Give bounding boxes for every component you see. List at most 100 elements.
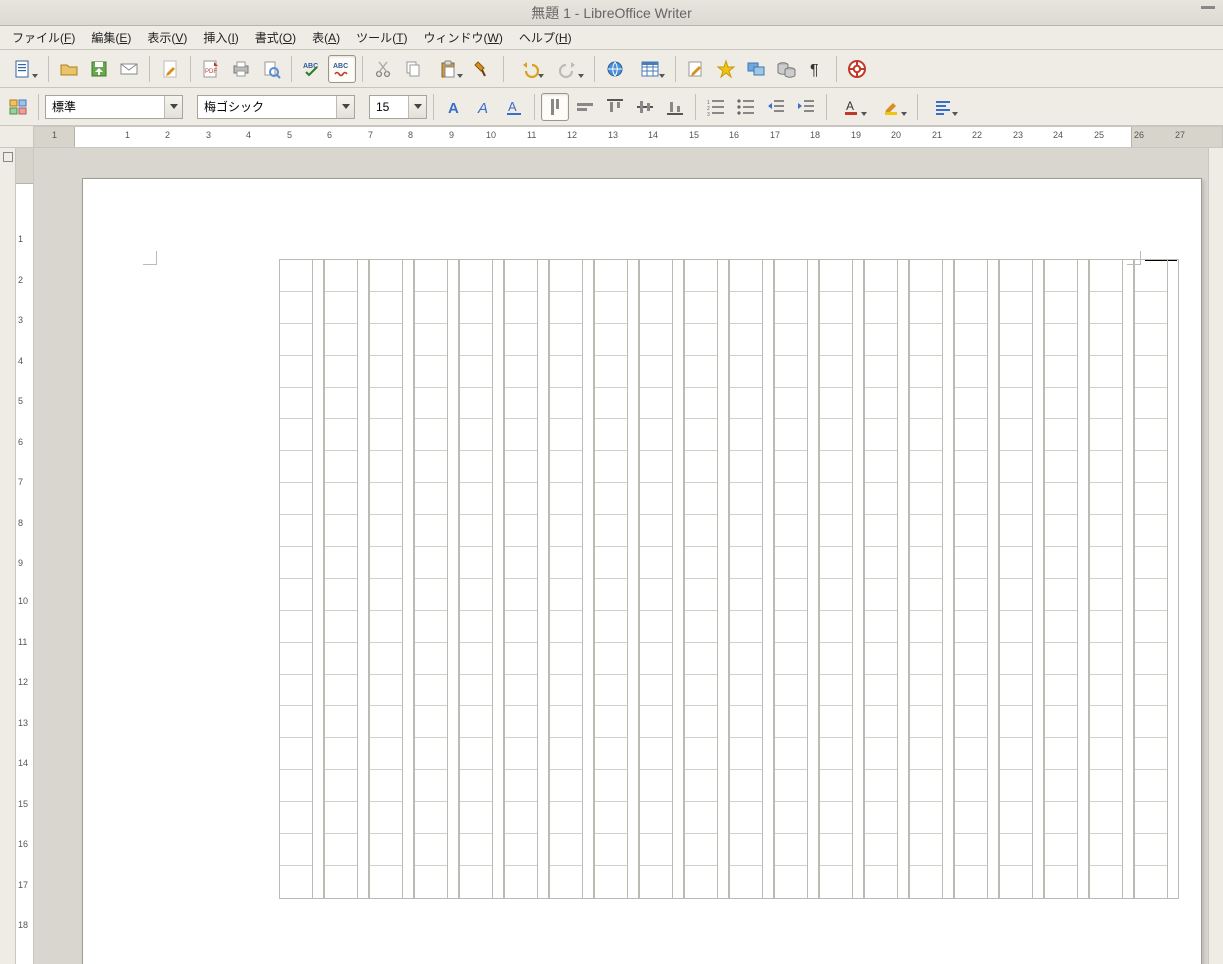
genkou-cell (505, 419, 537, 451)
undo-button[interactable] (510, 55, 548, 83)
edit-file-button[interactable] (156, 55, 184, 83)
gallery-button[interactable] (742, 55, 770, 83)
genkou-cell (325, 643, 357, 675)
genkou-cell (730, 866, 762, 898)
menu-view[interactable]: 表示(V) (139, 26, 195, 49)
genkou-cell (685, 866, 717, 898)
font-name-combo[interactable]: 梅ゴシック (197, 95, 355, 119)
dropdown-arrow-icon[interactable] (164, 96, 182, 118)
highlight-color-button[interactable] (873, 93, 911, 121)
show-draw-functions-button[interactable] (682, 55, 710, 83)
export-pdf-button[interactable]: PDF (197, 55, 225, 83)
ruler-tick: 9 (18, 558, 23, 568)
genkou-cell (1000, 738, 1032, 770)
window-minimize-indicator[interactable] (1201, 6, 1215, 9)
menu-table[interactable]: 表(A) (304, 26, 348, 49)
bullet-list-button[interactable] (732, 93, 760, 121)
genkou-cell (280, 483, 312, 515)
decrease-indent-button[interactable] (762, 93, 790, 121)
font-color-button[interactable]: A (833, 93, 871, 121)
text-top-to-bottom-button[interactable] (541, 93, 569, 121)
menu-window[interactable]: ウィンドウ(W) (416, 26, 511, 49)
menu-file[interactable]: ファイル(F) (4, 26, 83, 49)
genkou-cell (505, 388, 537, 420)
bold-button[interactable]: A (440, 93, 468, 121)
genkou-char-column (459, 259, 492, 899)
genkou-cell (865, 388, 897, 420)
email-button[interactable] (115, 55, 143, 83)
print-button[interactable] (227, 55, 255, 83)
genkou-cell (1045, 834, 1077, 866)
genkou-cell (865, 419, 897, 451)
menu-insert[interactable]: 挿入(I) (195, 26, 246, 49)
genkou-cell (460, 356, 492, 388)
data-sources-button[interactable] (772, 55, 800, 83)
new-document-button[interactable] (4, 55, 42, 83)
genkou-column-pair (549, 259, 594, 899)
page[interactable] (82, 178, 1202, 964)
text-horizontal-button[interactable] (571, 93, 599, 121)
document-canvas[interactable] (34, 148, 1223, 964)
genkou-cell (730, 483, 762, 515)
genkou-cell (325, 770, 357, 802)
genkou-column-pair (684, 259, 729, 899)
align-vcenter-button[interactable] (631, 93, 659, 121)
genkou-cell (910, 675, 942, 707)
paragraph-style-combo[interactable]: 標準 (45, 95, 183, 119)
genkou-cell (460, 483, 492, 515)
genkou-cell (775, 483, 807, 515)
menu-tools[interactable]: ツール(T) (348, 26, 415, 49)
genkou-cell (370, 324, 402, 356)
ruler-tick: 1 (52, 130, 57, 140)
help-button[interactable] (843, 55, 871, 83)
open-button[interactable] (55, 55, 83, 83)
genkou-cell (775, 834, 807, 866)
print-preview-button[interactable] (257, 55, 285, 83)
genkou-cell (955, 292, 987, 324)
increase-indent-button[interactable] (792, 93, 820, 121)
styles-window-button[interactable] (4, 93, 32, 121)
genkou-cell (865, 515, 897, 547)
align-top-button[interactable] (601, 93, 629, 121)
toolbar-separator (675, 56, 676, 82)
save-button[interactable] (85, 55, 113, 83)
paste-button[interactable] (429, 55, 467, 83)
menu-help[interactable]: ヘルプ(H) (511, 26, 580, 49)
italic-button[interactable]: A (470, 93, 498, 121)
insert-table-button[interactable] (631, 55, 669, 83)
font-size-combo[interactable]: 15 (369, 95, 427, 119)
menu-format[interactable]: 書式(O) (247, 26, 304, 49)
copy-button[interactable] (399, 55, 427, 83)
genkou-cell (1090, 451, 1122, 483)
genkou-column-pair (414, 259, 459, 899)
numbered-list-button[interactable]: 123 (702, 93, 730, 121)
genkou-grid (193, 259, 1179, 899)
navigator-button[interactable] (712, 55, 740, 83)
auto-spellcheck-button[interactable]: ABC (328, 55, 356, 83)
genkou-cell (415, 419, 447, 451)
genkou-cell (1135, 802, 1167, 834)
dropdown-arrow-icon[interactable] (336, 96, 354, 118)
dropdown-arrow-icon[interactable] (408, 96, 426, 118)
paragraph-style-value: 標準 (46, 98, 164, 115)
cut-button[interactable] (369, 55, 397, 83)
horizontal-ruler[interactable]: 1 1 2 3 4 5 6 7 8 9 10 11 12 13 14 15 16… (34, 126, 1223, 148)
menu-edit[interactable]: 編集(E) (83, 26, 139, 49)
redo-button[interactable] (550, 55, 588, 83)
underline-button[interactable]: A (500, 93, 528, 121)
vertical-ruler[interactable]: 1 2 3 4 5 6 7 8 9 10 11 12 13 14 15 16 1… (16, 148, 34, 964)
genkou-cell (595, 738, 627, 770)
genkou-cell (1135, 515, 1167, 547)
genkou-cell (595, 260, 627, 292)
genkou-cell (775, 706, 807, 738)
nonprinting-chars-button[interactable]: ¶ (802, 55, 830, 83)
spellcheck-button[interactable]: ABC (298, 55, 326, 83)
vertical-scrollbar[interactable] (1208, 148, 1223, 964)
tabstop-selector-icon[interactable] (3, 152, 13, 162)
paragraph-align-button[interactable] (924, 93, 962, 121)
format-paintbrush-button[interactable] (469, 55, 497, 83)
genkou-column-pair (909, 259, 954, 899)
genkou-cell (505, 483, 537, 515)
align-bottom-button[interactable] (661, 93, 689, 121)
hyperlink-button[interactable] (601, 55, 629, 83)
